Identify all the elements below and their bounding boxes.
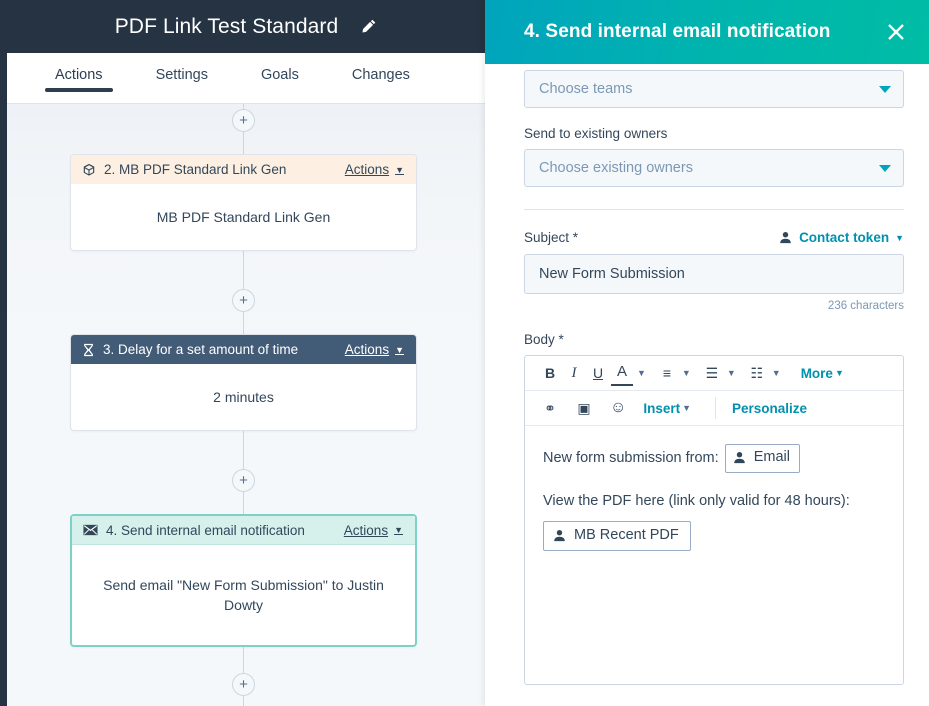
step-actions-menu[interactable]: Actions ▼ bbox=[345, 162, 404, 177]
editor-more-label: More bbox=[800, 365, 833, 381]
personalization-token-email[interactable]: Email bbox=[724, 444, 800, 473]
existing-owners-label: Send to existing owners bbox=[524, 126, 668, 141]
token-label: Email bbox=[753, 449, 790, 465]
workflow-step-header: 2. MB PDF Standard Link Gen Actions ▼ bbox=[71, 155, 416, 184]
panel-header: 4. Send internal email notification bbox=[485, 0, 929, 64]
emoji-icon[interactable]: ☺ bbox=[607, 395, 629, 421]
contact-token-dropdown[interactable]: Contact token ▼ bbox=[779, 230, 904, 245]
italic-icon[interactable]: I bbox=[563, 360, 585, 386]
body-label: Body * bbox=[524, 332, 564, 347]
link-icon[interactable]: ⚭ bbox=[539, 395, 561, 421]
app-left-rail bbox=[0, 0, 7, 706]
editor-line2-text: View the PDF here (link only valid for 4… bbox=[543, 492, 850, 509]
editor-line1-text: New form submission from: bbox=[543, 450, 719, 467]
workflow-step-label: 3. Delay for a set amount of time bbox=[103, 342, 299, 357]
editor-paragraph-1: New form submission from: Email bbox=[543, 444, 887, 473]
subject-label: Subject * bbox=[524, 230, 579, 245]
workflow-step-label: 2. MB PDF Standard Link Gen bbox=[104, 162, 287, 177]
image-icon[interactable]: ▣ bbox=[573, 395, 595, 421]
close-icon[interactable] bbox=[881, 17, 911, 47]
editor-paragraph-2: View the PDF here (link only valid for 4… bbox=[543, 491, 887, 513]
envelope-icon bbox=[83, 524, 98, 536]
workflow-step-body: 2 minutes bbox=[213, 388, 274, 405]
font-color-icon[interactable]: A bbox=[611, 360, 633, 386]
underline-icon[interactable]: U bbox=[587, 360, 609, 386]
editor-toolbar-row-1: B I U A ▼ ≡ ▼ ☰ ▼ ☷ ▼ More ▼ bbox=[525, 356, 903, 391]
editor-insert-menu[interactable]: Insert ▼ bbox=[643, 401, 699, 416]
add-step-button[interactable]: + bbox=[232, 673, 255, 696]
step-actions-menu[interactable]: Actions ▼ bbox=[344, 523, 403, 538]
pencil-icon[interactable] bbox=[360, 18, 377, 35]
toolbar-divider bbox=[715, 397, 717, 419]
cube-icon bbox=[82, 163, 96, 177]
workflow-header: PDF Link Test Standard bbox=[7, 0, 485, 53]
bulleted-list-icon[interactable]: ☰ bbox=[701, 360, 723, 386]
chevron-down-icon[interactable]: ▼ bbox=[637, 368, 646, 378]
choose-existing-owners-select[interactable]: Choose existing owners bbox=[524, 149, 904, 187]
workflow-tabs: Actions Settings Goals Changes bbox=[7, 53, 485, 104]
editor-personalize-button[interactable]: Personalize bbox=[732, 401, 807, 416]
panel-title: 4. Send internal email notification bbox=[524, 21, 831, 42]
add-step-button[interactable]: + bbox=[232, 469, 255, 492]
align-icon[interactable]: ≡ bbox=[656, 360, 678, 386]
tab-goals[interactable]: Goals bbox=[261, 53, 299, 83]
editor-more-menu[interactable]: More ▼ bbox=[801, 366, 852, 381]
indent-icon[interactable]: ☷ bbox=[746, 360, 768, 386]
workflow-step-card[interactable]: 2. MB PDF Standard Link Gen Actions ▼ MB … bbox=[70, 154, 417, 251]
tab-settings[interactable]: Settings bbox=[156, 53, 208, 83]
editor-content-area[interactable]: New form submission from: Email View the… bbox=[525, 426, 903, 684]
token-label: MB Recent PDF bbox=[574, 526, 679, 543]
editor-insert-label: Insert bbox=[643, 400, 681, 416]
subject-char-count: 236 characters bbox=[827, 300, 904, 312]
bold-icon[interactable]: B bbox=[539, 360, 561, 386]
workflow-step-header: 4. Send internal email notification Acti… bbox=[72, 516, 415, 545]
workflow-step-header: 3. Delay for a set amount of time Action… bbox=[71, 335, 416, 364]
page-title: PDF Link Test Standard bbox=[114, 14, 339, 38]
person-icon bbox=[779, 231, 792, 244]
subject-input-value: New Form Submission bbox=[539, 266, 685, 282]
subject-label-row: Subject * Contact token ▼ bbox=[524, 230, 904, 245]
person-icon bbox=[553, 529, 566, 542]
app-root: PDF Link Test Standard Actions Settings … bbox=[0, 0, 929, 706]
chevron-down-icon bbox=[879, 164, 891, 172]
workflow-canvas: + + + + 2. MB PDF Standard Link Gen Acti… bbox=[7, 104, 485, 706]
add-step-button[interactable]: + bbox=[232, 289, 255, 312]
chevron-down-icon[interactable]: ▼ bbox=[682, 368, 691, 378]
chevron-down-icon[interactable]: ▼ bbox=[772, 368, 781, 378]
add-step-button[interactable]: + bbox=[232, 109, 255, 132]
workflow-step-card[interactable]: 3. Delay for a set amount of time Action… bbox=[70, 334, 417, 431]
tab-changes[interactable]: Changes bbox=[352, 53, 410, 83]
chevron-down-icon bbox=[879, 85, 891, 93]
body-rich-text-editor[interactable]: B I U A ▼ ≡ ▼ ☰ ▼ ☷ ▼ More ▼ ⚭ ▣ ☺ Inser… bbox=[524, 355, 904, 685]
workflow-step-body: Send email "New Form Submission" to Just… bbox=[103, 576, 384, 613]
workflow-step-label: 4. Send internal email notification bbox=[106, 522, 305, 538]
action-edit-panel: 4. Send internal email notification Choo… bbox=[485, 0, 929, 706]
chevron-down-icon[interactable]: ▼ bbox=[727, 368, 736, 378]
workflow-step-body: MB PDF Standard Link Gen bbox=[156, 208, 331, 225]
editor-paragraph-3: MB Recent PDF bbox=[543, 520, 887, 552]
choose-teams-value: Choose teams bbox=[539, 81, 633, 97]
step-actions-menu[interactable]: Actions ▼ bbox=[345, 342, 404, 357]
divider bbox=[524, 209, 904, 210]
workflow-pane: PDF Link Test Standard Actions Settings … bbox=[7, 0, 485, 706]
contact-token-label: Contact token bbox=[799, 230, 890, 245]
choose-existing-owners-value: Choose existing owners bbox=[539, 160, 693, 176]
workflow-step-card-selected[interactable]: 4. Send internal email notification Acti… bbox=[70, 514, 417, 647]
editor-toolbar-row-2: ⚭ ▣ ☺ Insert ▼ Personalize bbox=[525, 391, 903, 426]
tab-actions[interactable]: Actions bbox=[45, 53, 113, 92]
personalization-token-mb-recent-pdf[interactable]: MB Recent PDF bbox=[543, 520, 691, 552]
person-icon bbox=[733, 451, 746, 464]
panel-body: Choose teams Send to existing owners Cho… bbox=[485, 64, 929, 706]
hourglass-icon bbox=[82, 343, 95, 357]
subject-input[interactable]: New Form Submission bbox=[524, 254, 904, 294]
choose-teams-select[interactable]: Choose teams bbox=[524, 70, 904, 108]
